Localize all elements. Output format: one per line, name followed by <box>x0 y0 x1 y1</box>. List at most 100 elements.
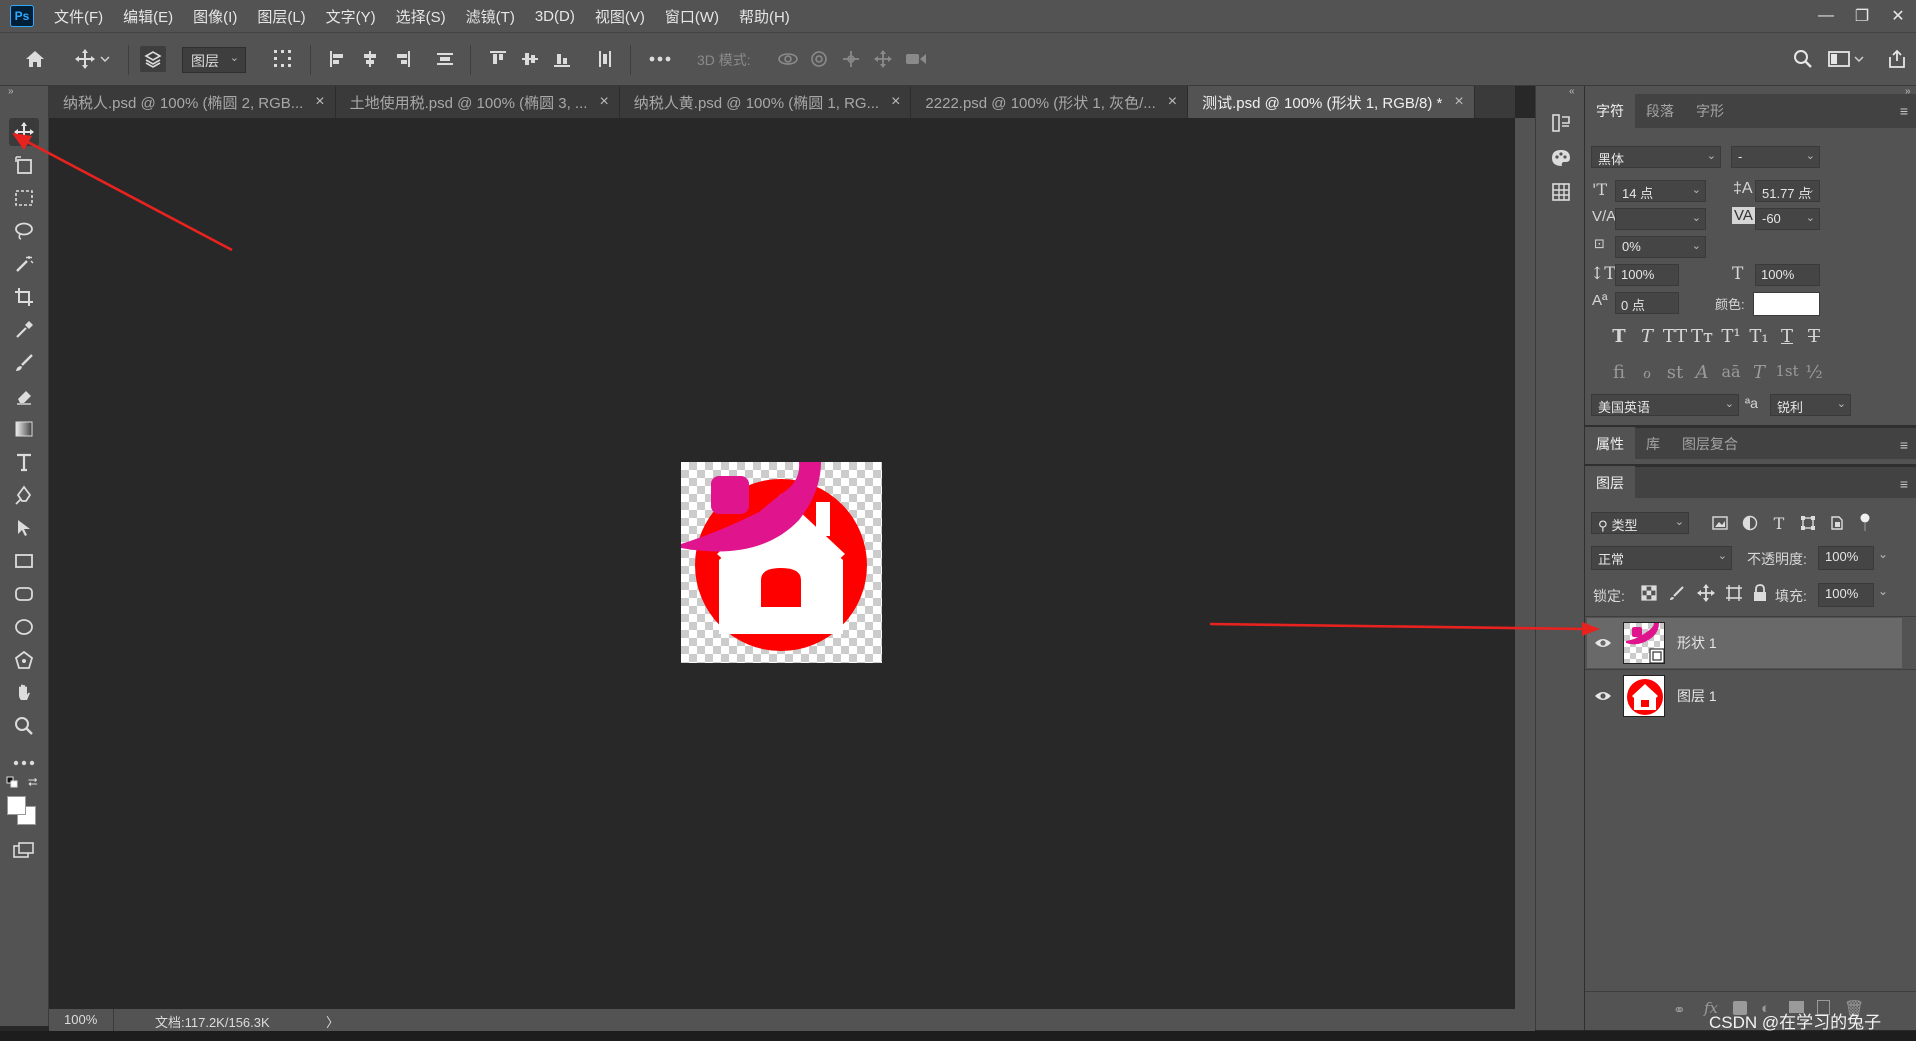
opacity-select[interactable]: 100% <box>1818 546 1874 570</box>
close-tab-icon[interactable]: × <box>1454 93 1463 111</box>
gradient-tool[interactable] <box>9 415 39 443</box>
tsume-select[interactable]: 0% ⌄ <box>1615 236 1706 258</box>
move-tool[interactable] <box>9 118 39 146</box>
auto-select-icon[interactable] <box>140 46 166 72</box>
distribute-icon[interactable] <box>432 46 458 72</box>
share-icon[interactable] <box>1884 46 1910 72</box>
subscript-icon[interactable]: T₁ <box>1746 326 1772 347</box>
distribute-vertical-icon[interactable] <box>592 46 618 72</box>
workspace-chevron-icon[interactable] <box>1852 46 1866 72</box>
panel-menu-icon[interactable]: ≡ <box>1900 437 1908 453</box>
eraser-tool[interactable] <box>9 382 39 410</box>
swatches-palette-icon[interactable] <box>1548 145 1574 171</box>
faux-italic-icon[interactable]: T <box>1634 326 1660 347</box>
filter-type-icon[interactable]: T <box>1768 512 1790 534</box>
artboard-tool[interactable] <box>9 151 39 179</box>
tab-layer-comps[interactable]: 图层复合 <box>1671 427 1749 461</box>
filter-smart-object-icon[interactable] <box>1826 512 1848 534</box>
layer-filter-kind-select[interactable]: ⚲ 类型 ⌄ <box>1591 512 1689 534</box>
tracking-select[interactable]: -60 ⌄ <box>1755 208 1820 230</box>
brush-tool[interactable] <box>9 349 39 377</box>
menu-3d[interactable]: 3D(D) <box>535 8 575 25</box>
discretionary-ligatures-icon[interactable]: st <box>1662 362 1688 383</box>
menu-layer[interactable]: 图层(L) <box>257 6 305 27</box>
panel-menu-icon[interactable]: ≡ <box>1900 103 1908 119</box>
home-icon[interactable] <box>22 46 48 72</box>
align-left-icon[interactable] <box>325 46 351 72</box>
all-caps-icon[interactable]: TT <box>1662 326 1688 347</box>
tab-document-2[interactable]: 土地使用税.psd @ 100% (椭圆 3, ... × <box>335 86 620 118</box>
magic-wand-tool[interactable] <box>9 250 39 278</box>
3d-scale-icon[interactable] <box>903 46 929 72</box>
underline-icon[interactable]: T <box>1774 326 1800 347</box>
blend-mode-select[interactable]: 正常 ⌄ <box>1591 546 1732 570</box>
leading-select[interactable]: 51.77 点 ⌄ <box>1755 180 1820 202</box>
menu-help[interactable]: 帮助(H) <box>739 6 790 27</box>
tab-character[interactable]: 字符 <box>1585 94 1635 128</box>
preset-chevron-icon[interactable] <box>98 46 112 72</box>
ellipse-tool[interactable] <box>9 613 39 641</box>
menu-filter[interactable]: 滤镜(T) <box>466 6 515 27</box>
vertical-scrollbar[interactable] <box>1515 118 1535 1009</box>
rounded-rectangle-tool[interactable] <box>9 580 39 608</box>
superscript-icon[interactable]: T¹ <box>1718 326 1744 347</box>
small-caps-icon[interactable]: Tт <box>1689 326 1715 347</box>
align-right-icon[interactable] <box>389 46 415 72</box>
language-select[interactable]: 美国英语 ⌄ <box>1591 394 1739 416</box>
collapse-toolbar-icon[interactable]: » <box>8 86 14 97</box>
stylistic-alternates-icon[interactable]: aā <box>1718 362 1744 381</box>
lasso-tool[interactable] <box>9 217 39 245</box>
layer-row-shape-1[interactable]: 形状 1 <box>1587 618 1902 668</box>
menu-type[interactable]: 文字(Y) <box>326 6 376 27</box>
horizontal-scale-input[interactable]: 100% <box>1755 264 1820 286</box>
menu-edit[interactable]: 编辑(E) <box>123 6 173 27</box>
tab-glyphs[interactable]: 字形 <box>1685 94 1735 128</box>
link-layers-icon[interactable]: ⚭ <box>1673 1001 1686 1019</box>
layer-row-layer-1[interactable]: 图层 1 <box>1587 671 1902 721</box>
fill-select[interactable]: 100% <box>1818 583 1874 607</box>
tab-document-4[interactable]: 2222.psd @ 100% (形状 1, 灰色/... × <box>911 86 1189 118</box>
filter-shape-icon[interactable] <box>1797 512 1819 534</box>
lock-position-icon[interactable] <box>1697 584 1715 602</box>
auto-select-target-select[interactable]: 图层 ⌄ <box>182 47 246 73</box>
move-tool-preset-icon[interactable] <box>72 46 98 72</box>
type-tool[interactable] <box>9 448 39 476</box>
crop-tool[interactable] <box>9 283 39 311</box>
transform-controls-icon[interactable] <box>270 46 296 72</box>
align-bottom-icon[interactable] <box>549 46 575 72</box>
panel-menu-icon[interactable]: ≡ <box>1900 476 1908 492</box>
filter-toggle-icon[interactable] <box>1854 512 1876 534</box>
antialias-select[interactable]: 锐利 ⌄ <box>1770 394 1851 416</box>
lock-transparent-icon[interactable] <box>1641 585 1657 601</box>
layer-name[interactable]: 图层 1 <box>1677 686 1717 706</box>
eyedropper-tool[interactable] <box>9 316 39 344</box>
tab-paragraph[interactable]: 段落 <box>1635 94 1685 128</box>
pen-tool[interactable] <box>9 481 39 509</box>
menu-select[interactable]: 选择(S) <box>396 6 446 27</box>
foreground-color-swatch[interactable] <box>7 796 26 815</box>
font-style-select[interactable]: - ⌄ <box>1731 146 1820 168</box>
filter-adjustment-icon[interactable] <box>1739 512 1761 534</box>
align-hcenter-icon[interactable] <box>357 46 383 72</box>
screen-mode-button[interactable] <box>9 836 39 864</box>
strikethrough-icon[interactable]: T <box>1801 326 1827 347</box>
rectangle-tool[interactable] <box>9 547 39 575</box>
3d-pan-icon[interactable] <box>838 46 864 72</box>
3d-roll-icon[interactable] <box>806 46 832 72</box>
history-icon[interactable] <box>1548 110 1574 136</box>
restore-button[interactable]: ❐ <box>1844 2 1880 30</box>
align-vcenter-icon[interactable] <box>517 46 543 72</box>
baseline-shift-input[interactable]: 0 点 <box>1615 292 1679 314</box>
search-icon[interactable] <box>1790 46 1816 72</box>
visibility-eye-icon[interactable] <box>1587 690 1619 702</box>
close-tab-icon[interactable]: × <box>891 93 900 111</box>
close-tab-icon[interactable]: × <box>599 93 608 111</box>
zoom-level[interactable]: 100% <box>64 1012 97 1027</box>
menu-image[interactable]: 图像(I) <box>193 6 237 27</box>
default-colors-icon[interactable] <box>6 776 18 788</box>
custom-shape-tool[interactable] <box>9 646 39 674</box>
lock-pixels-icon[interactable] <box>1669 585 1685 601</box>
faux-bold-icon[interactable]: T <box>1606 326 1632 347</box>
opacity-chevron-icon[interactable]: ⌄ <box>1878 547 1888 561</box>
lock-all-icon[interactable] <box>1753 584 1767 602</box>
